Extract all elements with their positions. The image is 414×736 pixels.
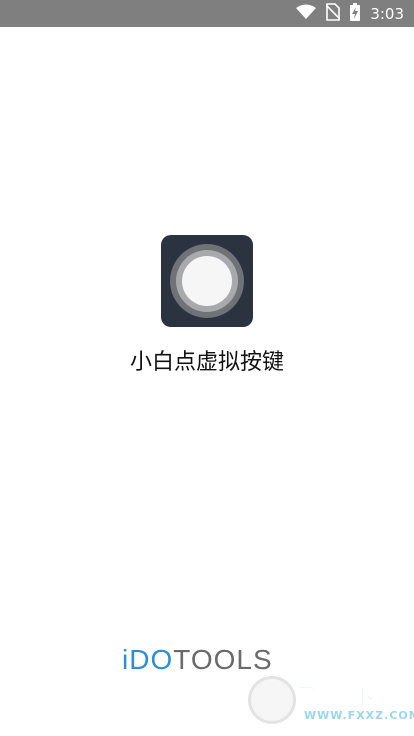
- battery-charging-icon: [350, 2, 361, 25]
- app-logo-center-dot: [182, 256, 232, 306]
- brand-logo: iDO TOOLS: [122, 644, 292, 676]
- app-title: 小白点虚拟按键: [129, 350, 284, 375]
- watermark: 飞翔下载 WWW.FXXZ.COM: [248, 676, 414, 726]
- status-time: 3:03: [370, 4, 404, 23]
- splash-screen: 3:03 小白点虚拟按键 iDO TOOLS 飞翔下载 WWW.FXXZ.COM: [0, 0, 414, 736]
- no-sim-icon: [325, 2, 341, 25]
- watermark-emblem-icon: [248, 676, 296, 724]
- wifi-icon: [296, 4, 317, 24]
- brand-logo-part2: TOOLS: [173, 644, 273, 675]
- brand-logo-part1: iDO: [122, 644, 174, 675]
- status-bar: 3:03: [0, 0, 414, 27]
- app-logo-middle-ring: [176, 250, 238, 312]
- app-logo-outer-ring: [170, 244, 244, 318]
- watermark-url: WWW.FXXZ.COM: [304, 709, 414, 722]
- app-logo-icon: [161, 235, 253, 327]
